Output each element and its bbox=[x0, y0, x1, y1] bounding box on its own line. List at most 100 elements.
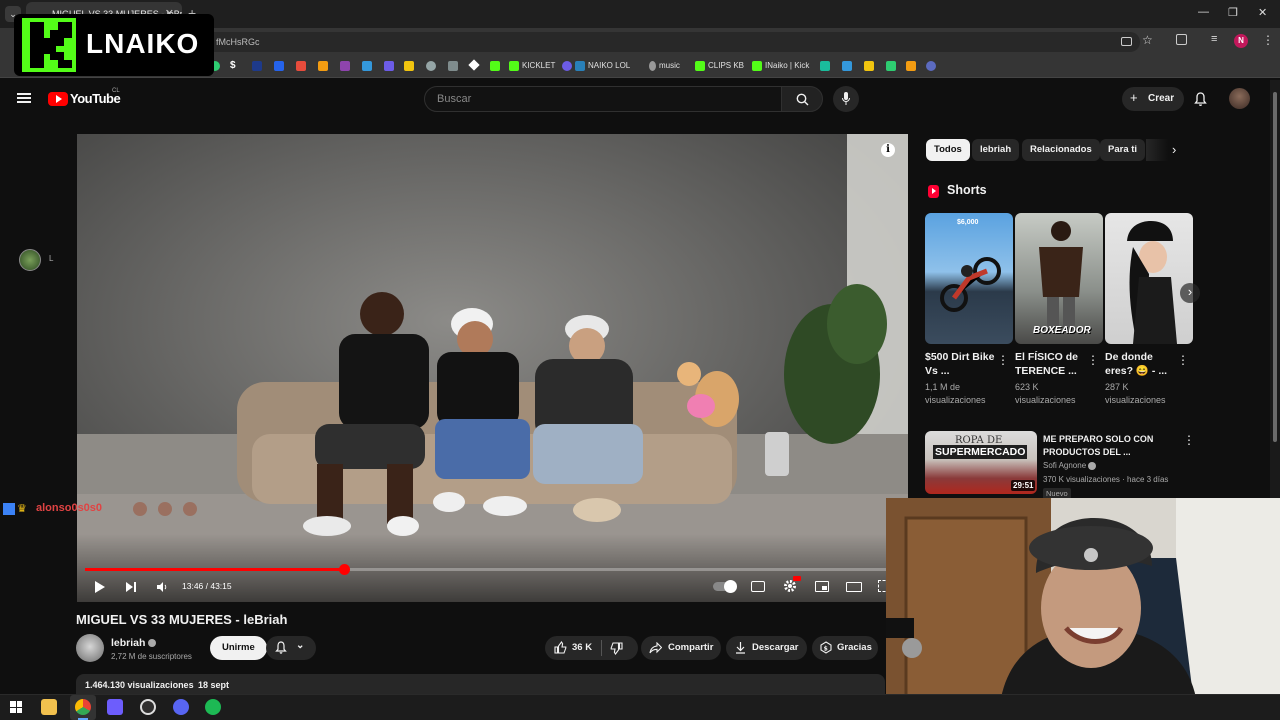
hd-badge bbox=[793, 576, 801, 581]
url-input[interactable]: fMcHsRGc bbox=[200, 32, 1140, 52]
play-icon[interactable] bbox=[94, 580, 106, 594]
page-scrollbar[interactable] bbox=[1270, 80, 1280, 498]
emote-2 bbox=[158, 502, 172, 516]
search-button[interactable] bbox=[781, 86, 823, 112]
menu-icon[interactable] bbox=[17, 93, 31, 103]
notifications-bell-icon[interactable] bbox=[1194, 92, 1207, 106]
channel-name[interactable]: lebriah bbox=[111, 637, 157, 649]
app-icon-obs[interactable] bbox=[140, 699, 156, 715]
join-button[interactable]: Unirme bbox=[210, 636, 267, 660]
extensions-icon[interactable] bbox=[1176, 34, 1187, 45]
recommended-title[interactable]: ME PREPARO SOLO CON PRODUCTOS DEL ... bbox=[1043, 433, 1173, 459]
short-views-2: 623 K visualizaciones bbox=[1015, 382, 1076, 405]
like-button[interactable]: 36 K bbox=[545, 636, 638, 660]
windows-taskbar bbox=[0, 694, 1280, 720]
chips-next-chevron-icon[interactable]: › bbox=[1172, 142, 1176, 157]
download-icon bbox=[736, 642, 745, 654]
user-avatar[interactable] bbox=[1229, 88, 1250, 109]
thanks-button[interactable]: $ Gracias bbox=[812, 636, 878, 660]
thanks-label: Gracias bbox=[837, 642, 872, 653]
short-menu-icon[interactable]: ⋮ bbox=[1087, 353, 1099, 367]
short-title-3[interactable]: De donde eres? 😄 - ... bbox=[1105, 350, 1179, 378]
media-icon[interactable]: ≡ bbox=[1211, 33, 1217, 45]
browser-menu-icon[interactable]: ⋮ bbox=[1262, 33, 1274, 47]
short-thumbnail-1[interactable]: $6,000 bbox=[925, 213, 1013, 344]
volume-icon[interactable] bbox=[156, 581, 168, 593]
chip-para-ti[interactable]: Para ti bbox=[1100, 139, 1146, 161]
recommended-thumbnail[interactable]: ROPA DE SUPERMERCADO 29:51 bbox=[925, 431, 1037, 494]
crown-badge-icon: ♛ bbox=[17, 503, 27, 515]
short-thumbnail-3[interactable] bbox=[1105, 213, 1193, 344]
bookmark-naiko-lol[interactable]: NAIKO LOL bbox=[562, 61, 630, 73]
chat-overlay-message: ♛ alonso0s0s0 bbox=[3, 501, 203, 517]
next-icon[interactable] bbox=[125, 581, 137, 593]
chat-avatar-label: L bbox=[49, 254, 54, 263]
autoplay-toggle[interactable] bbox=[713, 580, 737, 593]
file-explorer-icon[interactable] bbox=[41, 699, 57, 715]
maximize-button[interactable]: ❐ bbox=[1228, 6, 1238, 19]
theater-mode-icon[interactable] bbox=[846, 582, 862, 592]
youtube-play-icon bbox=[48, 92, 68, 106]
bookmark-icons[interactable]: $ bbox=[210, 59, 500, 73]
thanks-icon: $ bbox=[820, 641, 832, 654]
share-button[interactable]: Compartir bbox=[641, 636, 721, 660]
search-input[interactable]: Buscar bbox=[424, 86, 782, 112]
short-thumbnail-2[interactable]: BOXEADOR bbox=[1015, 213, 1103, 344]
kick-channel-name: LNAIKO bbox=[86, 28, 200, 59]
bookmark-extra-icons[interactable] bbox=[820, 61, 940, 73]
create-button[interactable]: + Crear bbox=[1122, 87, 1184, 111]
video-player[interactable]: i 13:46 / 43:15 bbox=[77, 134, 908, 602]
info-icon[interactable]: i bbox=[881, 143, 895, 157]
short-menu-icon[interactable]: ⋮ bbox=[1177, 353, 1189, 367]
chevron-down-icon: ⌄ bbox=[296, 640, 305, 651]
recommended-menu-icon[interactable]: ⋮ bbox=[1183, 433, 1195, 447]
install-icon[interactable] bbox=[1121, 37, 1132, 46]
close-window-button[interactable]: ✕ bbox=[1258, 6, 1267, 19]
app-icon-purple[interactable] bbox=[107, 699, 123, 715]
webcam-overlay bbox=[886, 498, 1280, 720]
video-frame bbox=[77, 134, 908, 602]
download-button[interactable]: Descargar bbox=[726, 636, 807, 660]
bookmark-clips-kb[interactable]: CLIPS KB bbox=[695, 61, 744, 73]
shorts-next-button[interactable]: › bbox=[1180, 283, 1200, 303]
chrome-icon[interactable] bbox=[75, 699, 91, 715]
bookmark-kicklet[interactable]: KICKLET bbox=[509, 61, 555, 73]
bookmark-music[interactable]: music bbox=[649, 61, 680, 73]
short-overlay-text: $6,000 bbox=[957, 219, 979, 226]
kick-k-icon bbox=[22, 18, 76, 72]
channel-avatar[interactable] bbox=[76, 634, 104, 662]
windows-start-icon[interactable] bbox=[10, 701, 22, 713]
bookmark-inaiko-kick[interactable]: INaiko | Kick bbox=[752, 61, 809, 73]
thumb-text-2: SUPERMERCADO bbox=[933, 445, 1028, 459]
minimize-button[interactable]: — bbox=[1198, 6, 1209, 18]
short-overlay-text: BOXEADOR bbox=[1033, 325, 1091, 336]
discord-icon[interactable] bbox=[173, 699, 189, 715]
download-label: Descargar bbox=[752, 642, 799, 653]
short-title-1[interactable]: $500 Dirt Bike Vs ... bbox=[925, 350, 999, 378]
spotify-icon[interactable] bbox=[205, 699, 221, 715]
subscriber-count: 2,72 M de suscriptores bbox=[111, 652, 192, 661]
kick-logo-overlay: LNAIKO bbox=[14, 14, 214, 76]
mic-icon bbox=[842, 92, 850, 105]
video-title: MIGUEL VS 33 MUJERES - leBriah bbox=[76, 612, 288, 627]
settings-gear-icon[interactable] bbox=[783, 579, 797, 593]
profile-avatar[interactable]: N bbox=[1234, 34, 1248, 48]
recommended-channel[interactable]: Sofi Agnone bbox=[1043, 461, 1097, 470]
voice-search-button[interactable] bbox=[833, 86, 859, 112]
search-icon bbox=[796, 93, 809, 106]
subtitles-icon[interactable] bbox=[751, 581, 765, 592]
share-label: Compartir bbox=[668, 642, 714, 653]
progress-bar[interactable] bbox=[85, 564, 900, 575]
twitch-badge-icon bbox=[3, 503, 15, 515]
short-menu-icon[interactable]: ⋮ bbox=[997, 353, 1009, 367]
verified-icon bbox=[1088, 461, 1097, 470]
search-placeholder: Buscar bbox=[437, 93, 472, 105]
chip-todos[interactable]: Todos bbox=[926, 139, 970, 161]
short-views-1: 1,1 M de visualizaciones bbox=[925, 382, 986, 405]
chip-lebriah[interactable]: lebriah bbox=[972, 139, 1020, 161]
miniplayer-icon[interactable] bbox=[815, 581, 829, 592]
chip-relacionados[interactable]: Relacionados bbox=[1022, 139, 1100, 161]
notifications-button[interactable]: ⌄ bbox=[266, 636, 316, 660]
star-icon[interactable]: ☆ bbox=[1142, 33, 1153, 47]
short-title-2[interactable]: El FÍSICO de TERENCE ... bbox=[1015, 350, 1089, 378]
